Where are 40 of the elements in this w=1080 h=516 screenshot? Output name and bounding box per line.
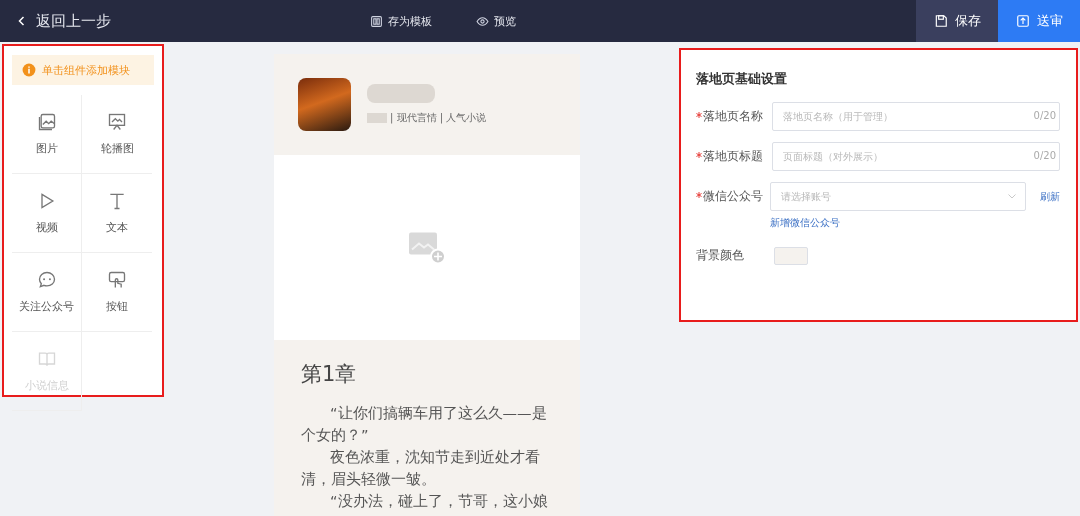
chapter-paragraph: 夜色浓重，沈知节走到近处才看清，眉头轻微一皱。 xyxy=(301,448,541,489)
char-counter: 0/20 xyxy=(1033,110,1056,121)
char-counter: 0/20 xyxy=(1033,150,1056,161)
image-icon xyxy=(36,112,57,132)
eye-icon xyxy=(476,14,489,28)
template-icon xyxy=(370,14,383,28)
chapter-title: 第1章 xyxy=(301,361,358,388)
info-icon xyxy=(22,63,36,77)
hint-text: 单击组件添加模块 xyxy=(42,62,130,78)
chapter-paragraph: “没办法，碰上了，节哥，这小娘 xyxy=(329,492,549,511)
field-label: 背景颜色 xyxy=(696,247,744,264)
blurred-author xyxy=(367,113,387,123)
account-select[interactable]: 请选择账号 xyxy=(770,182,1026,211)
component-tile[interactable]: 视频 xyxy=(12,174,82,253)
book-tags: | 现代言情 | 人气小说 xyxy=(390,111,487,125)
component-tile[interactable]: 文本 xyxy=(82,174,152,253)
color-swatch[interactable] xyxy=(774,247,808,265)
chapter-paragraph: “让你们搞辆车用了这么久——是个女的？” xyxy=(301,404,548,445)
refresh-link[interactable]: 刷新 xyxy=(1040,182,1060,211)
back-button[interactable]: 返回上一步 xyxy=(0,0,370,42)
pointer-button-icon xyxy=(107,270,127,290)
text-icon xyxy=(107,191,127,211)
component-tile[interactable]: 轮播图 xyxy=(82,95,152,174)
chat-bubble-icon xyxy=(36,270,57,290)
component-tile[interactable]: 按钮 xyxy=(82,253,152,332)
add-account-link[interactable]: 新增微信公众号 xyxy=(770,216,1026,230)
submit-button[interactable]: 送审 xyxy=(998,0,1080,42)
book-cover-placeholder xyxy=(298,78,351,131)
component-tile[interactable]: 图片 xyxy=(12,95,82,174)
blurred-title xyxy=(367,84,435,103)
template-button[interactable]: 存为模板 xyxy=(370,13,432,29)
upload-icon xyxy=(1015,14,1030,28)
panel-title: 落地页基础设置 xyxy=(696,70,788,88)
preview-button[interactable]: 预览 xyxy=(476,13,516,29)
field-label: 落地页名称 xyxy=(703,108,763,125)
field-label: 微信公众号 xyxy=(703,188,763,205)
easel-icon xyxy=(107,112,127,132)
field-label: 落地页标题 xyxy=(703,148,763,165)
component-tile[interactable]: 关注公众号 xyxy=(12,253,82,332)
save-button[interactable]: 保存 xyxy=(916,0,998,42)
